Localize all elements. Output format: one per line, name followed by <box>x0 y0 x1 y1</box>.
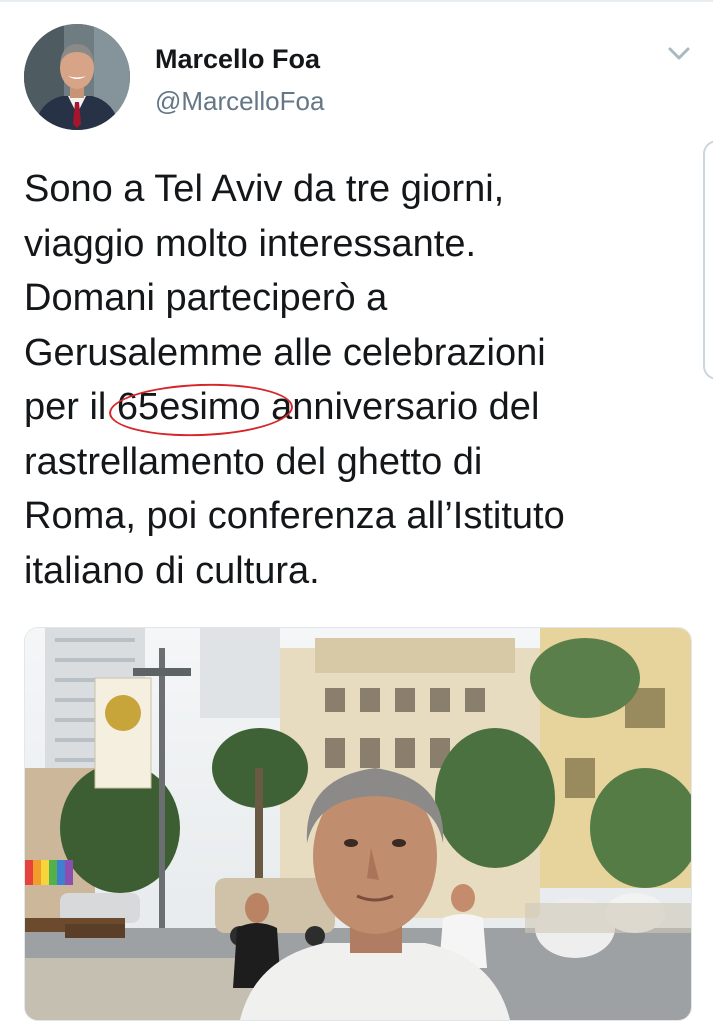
tweet-text-line: Domani parteciperò a <box>24 277 388 319</box>
tweet-text-line: viaggio molto interessante. <box>24 222 477 265</box>
text-before-circle: per il <box>24 386 117 428</box>
tweet-text-line: italiano di cultura. <box>24 549 320 592</box>
circled-word: 65esimo <box>108 380 294 440</box>
scroll-edge <box>703 140 713 380</box>
tweet-text: Sono a Tel Aviv da tre giorni, viaggio m… <box>24 162 684 598</box>
author-handle[interactable]: @MarcelloFoa <box>155 86 324 117</box>
avatar[interactable] <box>24 24 130 130</box>
chevron-down-icon[interactable] <box>664 42 694 64</box>
tweet-text-line: Sono a Tel Aviv da tre giorni, <box>24 168 505 210</box>
top-divider <box>0 0 713 2</box>
tweet-text-line: rastrellamento del ghetto di <box>24 440 483 483</box>
tweet-text-line-annotated: per il 65esimo anniversario del <box>24 380 684 440</box>
tweet-photo[interactable] <box>24 627 692 1021</box>
tweet-text-line: Gerusalemme alle celebrazioni <box>24 331 546 374</box>
text-after-circle: anniversario del <box>260 386 540 428</box>
author-display-name[interactable]: Marcello Foa <box>155 44 320 75</box>
tweet-text-line: Roma, poi conferenza all’Istituto <box>24 495 565 537</box>
